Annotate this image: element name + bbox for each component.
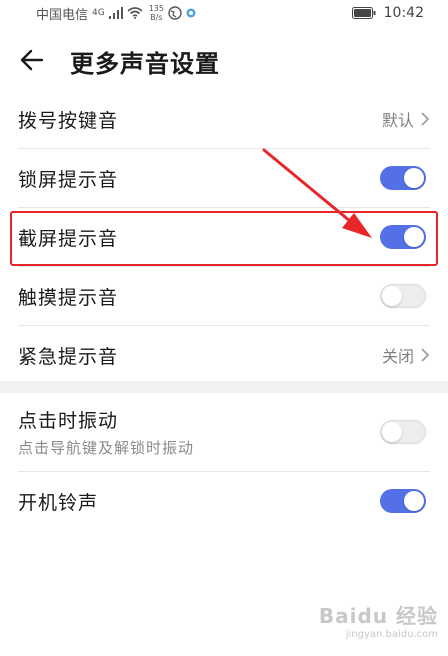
lock-screen-tone-row: 锁屏提示音 [18, 149, 430, 208]
touch-tone-toggle[interactable] [380, 284, 426, 308]
emergency-tone-label: 紧急提示音 [18, 345, 119, 368]
speed-value: 135 [148, 4, 164, 13]
status-right: 10:42 [351, 5, 448, 21]
page-title: 更多声音设置 [70, 50, 220, 78]
emergency-tone-row[interactable]: 紧急提示音 关闭 [18, 326, 430, 384]
clock: 10:42 [383, 5, 424, 21]
status-left: 中国电信 4G 135 B/s [0, 4, 196, 23]
signal-icon [108, 7, 123, 19]
emergency-tone-value-group: 关闭 [382, 343, 430, 367]
watermark-url: jingyan.baidu.com [345, 629, 438, 640]
tap-vibration-text: 点击时振动 点击导航键及解锁时振动 [18, 406, 194, 458]
dial-keypad-tone-row[interactable]: 拨号按键音 默认 [18, 90, 430, 149]
boot-sound-row: 开机铃声 [18, 472, 430, 530]
status-bar: 中国电信 4G 135 B/s 10:42 [0, 0, 448, 26]
section-divider [0, 381, 448, 393]
toggle-knob [382, 286, 402, 306]
boot-sound-toggle[interactable] [380, 489, 426, 513]
toggle-knob [404, 491, 424, 511]
touch-tone-row: 触摸提示音 [18, 267, 430, 326]
lock-screen-tone-label: 锁屏提示音 [18, 168, 119, 191]
speed-unit: B/s [150, 13, 163, 22]
tap-vibration-description: 点击导航键及解锁时振动 [18, 439, 195, 457]
tap-vibration-toggle[interactable] [380, 420, 426, 444]
chevron-right-icon [421, 112, 430, 126]
tap-vibration-label: 点击时振动 [18, 410, 119, 432]
touch-tone-label: 触摸提示音 [18, 286, 119, 309]
carrier-name: 中国电信 [36, 7, 89, 23]
toggle-knob [404, 168, 424, 188]
network-speed: 135 B/s [149, 4, 164, 22]
dial-keypad-tone-value-group: 默认 [382, 107, 430, 131]
vpn-globe-icon [168, 6, 182, 20]
wifi-icon [127, 7, 143, 19]
battery-icon [351, 7, 376, 19]
app-notification-icon [186, 8, 196, 18]
watermark-logo-text: Baidu 经验 [318, 604, 438, 628]
emergency-tone-value: 关闭 [381, 347, 414, 366]
tap-vibration-row: 点击时振动 点击导航键及解锁时振动 [18, 393, 430, 472]
toggle-knob [382, 422, 402, 442]
vibration-settings-list: 点击时振动 点击导航键及解锁时振动 开机铃声 [0, 393, 448, 530]
network-type: 4G [92, 7, 105, 18]
chevron-right-icon [421, 348, 430, 362]
lock-screen-tone-toggle[interactable] [380, 166, 426, 190]
page-header: 更多声音设置 [0, 38, 448, 84]
dial-keypad-tone-value: 默认 [381, 111, 414, 130]
arrow-left-icon[interactable] [18, 46, 46, 74]
dial-keypad-tone-label: 拨号按键音 [18, 109, 119, 132]
boot-sound-label: 开机铃声 [18, 491, 99, 514]
annotation-highlight-box [10, 211, 438, 266]
baidu-watermark: Baidu 经验 jingyan.baidu.com [319, 600, 438, 640]
